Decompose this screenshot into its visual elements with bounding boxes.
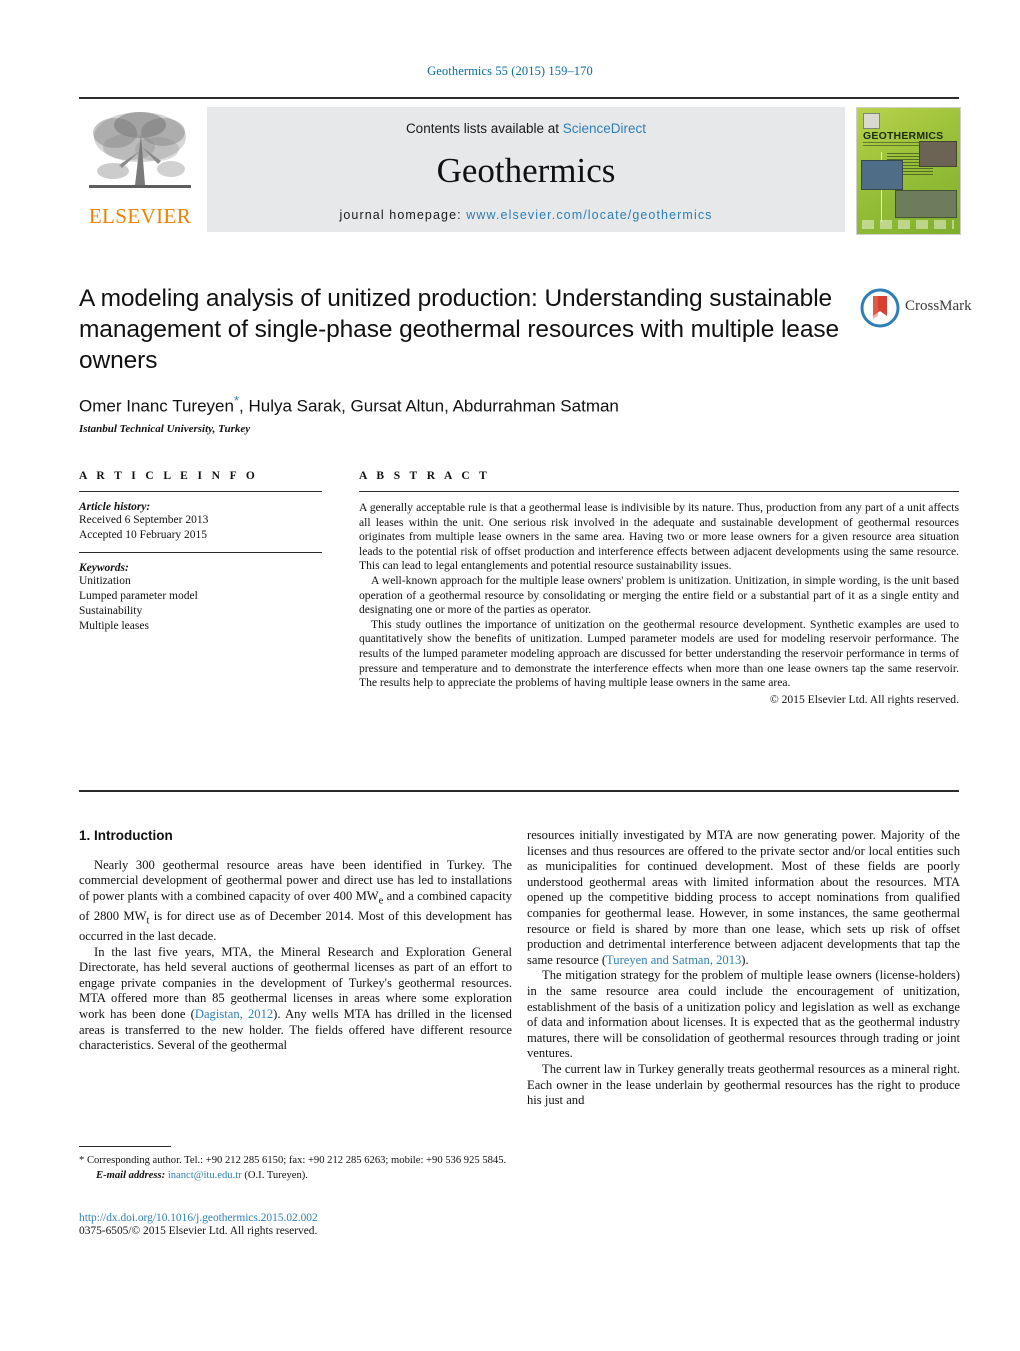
- received-date: Received 6 September 2013: [79, 514, 209, 526]
- paragraph: In the last five years, MTA, the Mineral…: [79, 945, 512, 1054]
- email-link[interactable]: inanct@itu.edu.tr: [168, 1170, 242, 1181]
- abstract-copyright: © 2015 Elsevier Ltd. All rights reserved…: [769, 692, 959, 706]
- abstract-column: A B S T R A C T A generally acceptable r…: [359, 470, 959, 706]
- body-column-left: 1. Introduction Nearly 300 geothermal re…: [79, 828, 512, 1054]
- accepted-date: Accepted 10 February 2015: [79, 529, 208, 541]
- corresponding-author-note: * Corresponding author. Tel.: +90 212 28…: [79, 1155, 507, 1166]
- contents-prefix: Contents lists available at: [405, 121, 563, 136]
- abstract-rule: [359, 491, 959, 492]
- abstract-heading: A B S T R A C T: [359, 470, 491, 482]
- citation-link[interactable]: Dagistan, 2012: [195, 1007, 273, 1021]
- abstract-paragraph: A well-known approach for the multiple l…: [359, 573, 959, 617]
- paragraph: resources initially investigated by MTA …: [527, 828, 960, 968]
- crossmark-label: CrossMark: [905, 298, 972, 314]
- citation-link[interactable]: Tureyen and Satman, 2013: [606, 953, 741, 967]
- email-note: E-mail address: inanct@itu.edu.tr (O.I. …: [79, 1169, 512, 1182]
- email-label: E-mail address:: [96, 1170, 166, 1182]
- sciencedirect-link[interactable]: ScienceDirect: [563, 121, 646, 136]
- title-block: A modeling analysis of unitized producti…: [79, 283, 839, 435]
- article-history-label: Article history:: [79, 501, 151, 513]
- cover-photo-left: [861, 160, 903, 190]
- paper-page: Geothermics 55 (2015) 159–170 ELSEVIER C…: [0, 0, 1020, 1351]
- paragraph: The current law in Turkey generally trea…: [527, 1062, 960, 1109]
- masthead-center-band: Contents lists available at ScienceDirec…: [207, 107, 845, 232]
- footnote-rule: [79, 1146, 171, 1147]
- running-head: Geothermics 55 (2015) 159–170: [427, 64, 593, 78]
- homepage-url[interactable]: www.elsevier.com/locate/geothermics: [466, 208, 712, 222]
- cover-badge: [863, 113, 880, 129]
- paragraph-text: The mitigation strategy for the problem …: [527, 968, 960, 1061]
- abstract-paragraph: A generally acceptable rule is that a ge…: [359, 501, 959, 573]
- article-info-column: A R T I C L E I N F O Article history: R…: [79, 470, 322, 634]
- article-info-rule: [79, 491, 322, 492]
- keywords-label: Keywords:: [79, 562, 129, 574]
- cover-society-logos: [862, 220, 954, 229]
- abstract-bottom-rule: [79, 790, 959, 792]
- list-item: Sustainability: [79, 605, 143, 617]
- affiliation: Istanbul Technical University, Turkey: [79, 422, 251, 435]
- paragraph: Nearly 300 geothermal resource areas hav…: [79, 858, 512, 945]
- journal-cover-thumbnail: GEOTHERMICS: [856, 107, 961, 235]
- keywords-rule: [79, 552, 322, 553]
- masthead-top-rule: [79, 97, 959, 99]
- elsevier-logo: ELSEVIER: [79, 107, 201, 233]
- list-item: Unitization: [79, 575, 131, 587]
- journal-masthead: ELSEVIER Contents lists available at Sci…: [79, 97, 961, 235]
- doi-link[interactable]: http://dx.doi.org/10.1016/j.geothermics.…: [79, 1212, 579, 1224]
- homepage-label: journal homepage:: [339, 208, 462, 222]
- authors-remaining: , Hulya Sarak, Gursat Altun, Abdurrahman…: [239, 396, 619, 416]
- cover-photo-top-right: [919, 141, 957, 167]
- page-footer: http://dx.doi.org/10.1016/j.geothermics.…: [79, 1212, 579, 1237]
- journal-homepage-line: journal homepage: www.elsevier.com/locat…: [207, 208, 845, 222]
- paragraph: The mitigation strategy for the problem …: [527, 968, 960, 1062]
- paragraph-text: The current law in Turkey generally trea…: [527, 1061, 960, 1108]
- author-list: Omer Inanc Tureyen*, Hulya Sarak, Gursat…: [79, 393, 839, 417]
- list-item: Multiple leases: [79, 620, 149, 632]
- paragraph-text: In the last five years, MTA, the Mineral…: [79, 944, 512, 1053]
- crossmark-icon: [860, 288, 900, 328]
- article-info-heading: A R T I C L E I N F O: [79, 470, 259, 482]
- section-heading-introduction: 1. Introduction: [79, 828, 173, 843]
- abstract-paragraph: This study outlines the importance of un…: [359, 617, 959, 690]
- cover-photo-bottom: [895, 190, 957, 218]
- paragraph-text: resources initially investigated by MTA …: [527, 828, 960, 967]
- paragraph-text: Nearly 300 geothermal resource areas hav…: [79, 857, 513, 943]
- crossmark-badge[interactable]: CrossMark: [860, 288, 972, 330]
- page-title: A modeling analysis of unitized producti…: [79, 285, 840, 374]
- body-column-right: resources initially investigated by MTA …: [527, 828, 960, 1109]
- footnote-block: * Corresponding author. Tel.: +90 212 28…: [79, 1146, 512, 1183]
- list-item: Lumped parameter model: [79, 590, 198, 602]
- elsevier-wordmark: ELSEVIER: [88, 204, 192, 228]
- issn-copyright-line: 0375-6505/© 2015 Elsevier Ltd. All right…: [79, 1225, 318, 1237]
- author-first: Omer Inanc Tureyen: [79, 396, 234, 416]
- elsevier-tree-icon: [89, 112, 191, 188]
- contents-available-line: Contents lists available at ScienceDirec…: [207, 121, 845, 136]
- keywords-list: Unitization Lumped parameter model Susta…: [79, 574, 322, 634]
- email-owner: (O.I. Tureyen).: [244, 1170, 308, 1182]
- journal-title: Geothermics: [436, 151, 616, 190]
